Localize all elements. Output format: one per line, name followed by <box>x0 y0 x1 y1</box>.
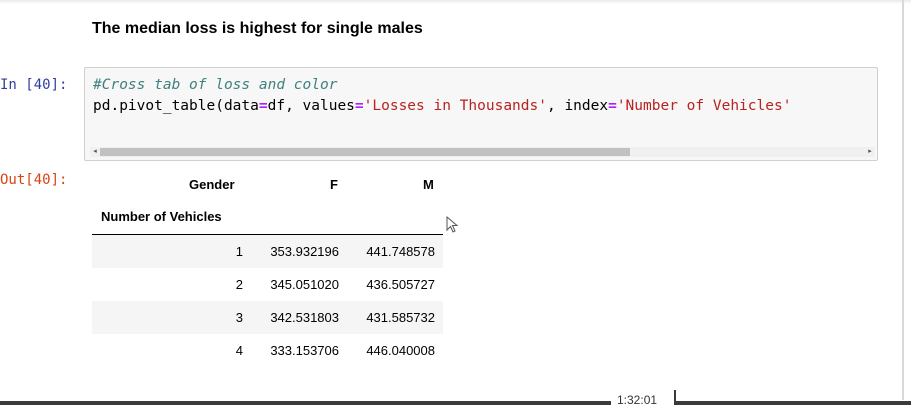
scrollbar-thumb[interactable] <box>100 148 630 156</box>
code-string: 'Number of Vehicles' <box>616 98 792 114</box>
code-op: = <box>608 98 617 114</box>
video-progress-bar[interactable] <box>0 401 611 405</box>
row-index: 3 <box>235 310 243 325</box>
input-prompt: In [40]: <box>0 77 68 93</box>
cell-f: 342.531803 <box>270 310 339 325</box>
cell-m: 441.748578 <box>366 244 435 259</box>
code-string: 'Losses in Thousands' <box>363 98 547 114</box>
code-comment: #Cross tab of loss and color <box>93 77 338 93</box>
table-row: 3 342.531803 431.585732 <box>92 301 443 334</box>
row-index: 1 <box>235 244 243 259</box>
cell-m: 431.585732 <box>366 310 435 325</box>
cell-m: 436.505727 <box>366 277 435 292</box>
table-row: 1 353.932196 441.748578 <box>92 235 443 268</box>
code-func: pd.pivot_table(data <box>93 98 259 114</box>
column-header-m: M <box>423 177 434 192</box>
cell-f: 345.051020 <box>270 277 339 292</box>
horizontal-scrollbar[interactable]: ◂ ▸ <box>90 147 875 157</box>
code-op: = <box>354 98 364 114</box>
mouse-cursor-icon <box>446 216 459 233</box>
table-row: 4 333.153706 446.040008 <box>92 334 443 367</box>
code-cell[interactable]: #Cross tab of loss and color pd.pivot_ta… <box>84 67 878 161</box>
scroll-right-icon[interactable]: ▸ <box>865 147 875 157</box>
cell-m: 446.040008 <box>366 343 435 358</box>
column-header-f: F <box>330 177 338 192</box>
index-name-header: Number of Vehicles <box>101 209 222 224</box>
table-row: 2 345.051020 436.505727 <box>92 268 443 301</box>
row-index: 4 <box>235 343 243 358</box>
columns-name-header: Gender <box>189 177 235 192</box>
code-sep: , index <box>546 98 609 114</box>
cell-f: 353.932196 <box>270 244 339 259</box>
notebook-right-border <box>902 0 904 400</box>
code-arg: df, values <box>267 98 355 114</box>
code-line-2[interactable]: pd.pivot_table(data=df, values='Losses i… <box>93 98 791 114</box>
output-prompt: Out[40]: <box>0 172 68 188</box>
video-timestamp: 1:32:01 <box>617 393 658 406</box>
cell-f: 333.153706 <box>270 343 339 358</box>
markdown-heading: The median loss is highest for single ma… <box>92 20 423 37</box>
video-progress-remaining[interactable] <box>676 401 911 405</box>
scroll-left-icon[interactable]: ◂ <box>90 147 100 157</box>
code-line-1[interactable]: #Cross tab of loss and color <box>93 77 337 93</box>
notebook-page: The median loss is highest for single ma… <box>0 0 911 406</box>
top-shade <box>0 0 911 4</box>
code-op: = <box>258 98 268 114</box>
row-index: 2 <box>235 277 243 292</box>
